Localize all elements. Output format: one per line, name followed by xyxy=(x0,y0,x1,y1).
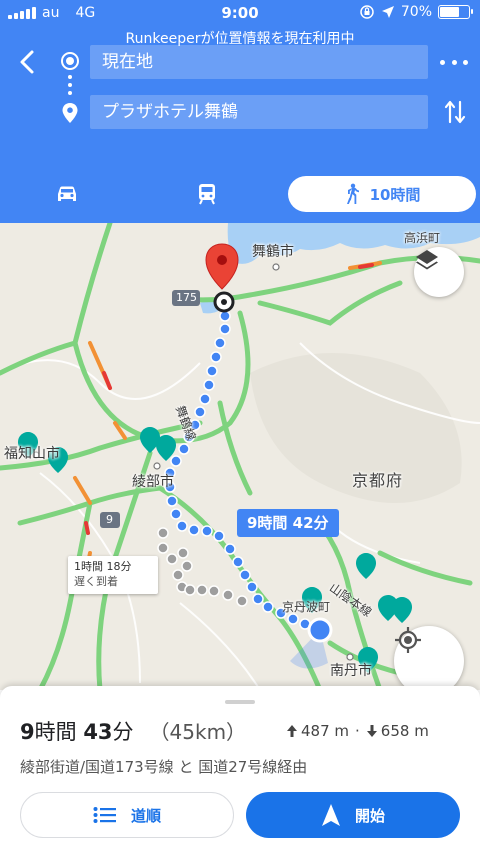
elevation-separator: · xyxy=(355,722,360,740)
battery-percent: 70% xyxy=(400,4,432,20)
map-view[interactable]: 舞鶴市 高浜町 福知山市 綾部市 京都府 京丹波町 南丹市 山陰本線 舞鶴線 1… xyxy=(0,223,480,690)
steps-button[interactable]: 道順 xyxy=(20,792,234,838)
layers-icon xyxy=(416,250,438,270)
route-duration-chip[interactable]: 9時間 42分 xyxy=(237,509,339,537)
route-dots-icon xyxy=(68,75,72,95)
my-location-button[interactable] xyxy=(394,626,464,690)
label-nantan: 南丹市 xyxy=(330,663,372,679)
descent: 658 m xyxy=(380,722,429,740)
sheet-handle[interactable] xyxy=(225,700,255,704)
layers-button[interactable] xyxy=(414,247,464,297)
status-bar: au 4G 9:00 70% xyxy=(0,0,480,28)
destination-pin-icon xyxy=(62,103,78,123)
crosshair-icon xyxy=(395,627,421,653)
duration-minutes: 43 xyxy=(83,720,113,744)
label-kyoto-pref: 京都府 xyxy=(352,471,404,490)
label-fukuchiyama: 福知山市 xyxy=(4,446,60,462)
status-right: 70% xyxy=(359,4,473,20)
duration-hours-unit: 時間 xyxy=(34,720,77,744)
label-ayabe: 綾部市 xyxy=(132,474,174,490)
car-icon xyxy=(58,186,76,201)
label-kyotamba: 京丹波町 xyxy=(282,600,331,614)
duration-minutes-unit: 分 xyxy=(112,720,134,744)
distance: （45km） xyxy=(149,720,247,744)
shield-9-text: 9 xyxy=(106,513,113,526)
mode-car[interactable] xyxy=(52,179,82,209)
rotation-lock-icon xyxy=(360,5,374,19)
map-canvas xyxy=(0,223,480,690)
label-takahama: 高浜町 xyxy=(404,231,441,245)
origin-circle-icon xyxy=(61,52,79,70)
directions-header: au 4G 9:00 70% Runkeeperが位置情報を現在利用中 現在地 … xyxy=(0,0,480,223)
label-maizuru: 舞鶴市 xyxy=(252,244,294,260)
current-location-dot[interactable] xyxy=(307,617,333,643)
navigation-arrow-icon xyxy=(321,804,340,826)
walk-duration: 10時間 xyxy=(369,185,421,204)
train-icon xyxy=(199,184,215,205)
battery-icon xyxy=(438,5,473,19)
destination-field[interactable]: プラザホテル舞鶴 xyxy=(90,95,428,129)
alt-route-chip[interactable]: 1時間 18分 遅く到着 xyxy=(68,556,158,594)
arrow-down-icon xyxy=(366,725,377,737)
route-summary-sheet[interactable]: 9時間 43分 （45km） 487 m · 658 m 綾部街道/国道173号… xyxy=(0,686,480,854)
elevation: 487 m · 658 m xyxy=(286,722,429,740)
location-arrow-icon xyxy=(381,6,394,18)
list-icon xyxy=(93,807,116,823)
ascent: 487 m xyxy=(301,722,350,740)
swap-direction-icon[interactable] xyxy=(442,98,468,126)
mode-transit[interactable] xyxy=(192,179,222,209)
duration: 9時間 43分 xyxy=(20,716,134,746)
shield-175-text: 175 xyxy=(176,291,197,304)
alt-route-note: 遅く到着 xyxy=(74,575,118,588)
travel-mode-bar: 10時間 xyxy=(0,175,480,215)
route-via: 綾部街道/国道173号線 と 国道27号線経由 xyxy=(20,758,308,776)
route-summary: 9時間 43分 （45km） xyxy=(20,716,246,746)
alt-route-time: 1時間 18分 xyxy=(74,560,132,573)
start-button[interactable]: 開始 xyxy=(246,792,460,838)
more-options-icon[interactable] xyxy=(440,52,468,72)
arrow-up-icon xyxy=(287,725,297,737)
start-label: 開始 xyxy=(354,806,385,825)
walking-person-icon xyxy=(346,183,359,204)
origin-field[interactable]: 現在地 xyxy=(90,45,428,79)
steps-label: 道順 xyxy=(130,806,161,825)
duration-hours: 9 xyxy=(20,720,35,744)
mode-walk-selected[interactable]: 10時間 xyxy=(288,176,476,212)
back-arrow-icon[interactable] xyxy=(14,48,42,76)
